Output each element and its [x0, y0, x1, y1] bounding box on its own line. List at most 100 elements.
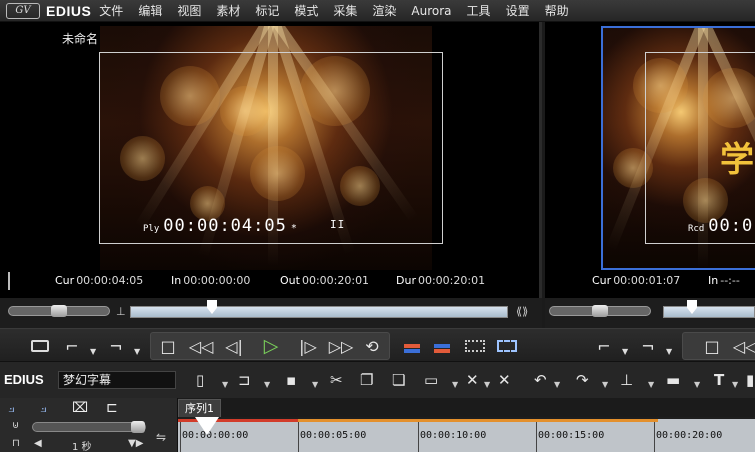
add-marker-button[interactable]: ⊥: [620, 370, 633, 390]
player-shuttle-slider[interactable]: [8, 305, 110, 317]
track-lock-icon[interactable]: ⊍: [12, 420, 19, 431]
ruler-label-10: 00:00:10:00: [420, 430, 487, 441]
recorder-mark-in-button[interactable]: ⌐: [594, 334, 614, 358]
new-sequence-button[interactable]: ▯: [196, 370, 204, 390]
zoom-dropdown-arrow[interactable]: ▼▶: [128, 438, 143, 449]
recorder-cur-label: Cur: [592, 274, 612, 287]
menu-render[interactable]: 渲染: [372, 2, 396, 19]
save-project-button[interactable]: ▪: [286, 370, 296, 390]
sync-clip-button[interactable]: [494, 334, 520, 358]
step-forward-button[interactable]: |▷: [294, 334, 322, 358]
overwrite-to-timeline-button[interactable]: [430, 334, 454, 358]
redo-caret[interactable]: ▼: [602, 380, 608, 389]
menu-aurora[interactable]: Aurora: [411, 4, 451, 18]
player-shuttle-knob[interactable]: [51, 305, 67, 317]
stop-button[interactable]: □: [156, 334, 180, 358]
recorder-monitor[interactable]: 学 Rcd 00:0 Cur 00:00:01:07 In --:--: [545, 22, 755, 298]
title-caret[interactable]: ▼: [732, 380, 738, 389]
fast-forward-button[interactable]: ▷▷: [326, 334, 356, 358]
player-in-label: In: [171, 274, 182, 287]
title-button[interactable]: T: [714, 370, 724, 390]
menu-view[interactable]: 视图: [177, 2, 201, 19]
track-mode-icon-2[interactable]: ⟓: [40, 400, 47, 416]
loop-icon: ⟲: [365, 336, 379, 356]
paste-insert-caret[interactable]: ▼: [452, 380, 458, 389]
project-name-field[interactable]: 梦幻字幕: [58, 371, 176, 389]
transport-toolbar: ⌐ ▼ ¬ ▼ □ ◁◁ ◁| ▷ |▷ ▷▷ ⟲ ⌐ ▼ ¬ ▼ □ ◁◁: [0, 328, 755, 362]
paste-button[interactable]: ❏: [392, 370, 405, 390]
track-mode-icon-1[interactable]: ⟓: [8, 400, 15, 416]
sequence-tab[interactable]: 序列1: [178, 399, 221, 417]
menu-file[interactable]: 文件: [99, 2, 123, 19]
step-back-icon: ◁|: [225, 336, 243, 356]
new-sequence-caret[interactable]: ▼: [222, 380, 228, 389]
delete-button[interactable]: ✕: [466, 370, 479, 390]
menu-capture[interactable]: 采集: [333, 2, 357, 19]
copy-button[interactable]: ❐: [360, 370, 373, 390]
undo-caret[interactable]: ▼: [554, 380, 560, 389]
timeline-track-controls: ⟓ ⟓ ⌧ ⊏ ⊍ ⊓ ◀ 1 秒 ▼▶ ⇋: [0, 398, 178, 452]
player-mark-out-caret[interactable]: ▼: [134, 347, 140, 356]
menu-help[interactable]: 帮助: [545, 2, 569, 19]
player-cur-value: 00:00:04:05: [76, 274, 144, 287]
match-frame-button[interactable]: [28, 334, 52, 358]
recorder-cur-value: 00:00:01:07: [613, 274, 681, 287]
menu-tools[interactable]: 工具: [467, 2, 491, 19]
recorder-rewind-button[interactable]: ◁◁: [730, 334, 755, 358]
track-mode-icon-4[interactable]: ⊏: [106, 400, 118, 416]
replace-clip-button[interactable]: [462, 334, 488, 358]
ripple-delete-button[interactable]: ✕: [498, 370, 511, 390]
transition-button[interactable]: ▬: [666, 370, 680, 390]
play-button[interactable]: ▷: [258, 334, 284, 358]
menu-mode[interactable]: 模式: [294, 2, 318, 19]
step-forward-icon: |▷: [299, 336, 317, 356]
player-dur-value: 00:00:20:01: [417, 274, 486, 287]
add-marker-caret[interactable]: ▼: [648, 380, 654, 389]
paste-insert-button[interactable]: ▭: [424, 370, 438, 390]
recorder-stop-button[interactable]: □: [700, 334, 724, 358]
rewind-icon: ◁◁: [188, 336, 214, 356]
recorder-mark-in-caret[interactable]: ▼: [622, 347, 628, 356]
timeline-zoom-label: 1 秒: [72, 442, 92, 452]
menu-settings[interactable]: 设置: [506, 2, 530, 19]
open-project-caret[interactable]: ▼: [264, 380, 270, 389]
player-position-bar[interactable]: [130, 306, 508, 318]
recorder-position-bar[interactable]: [663, 306, 755, 318]
recorder-shuttle-knob[interactable]: [592, 305, 608, 317]
player-mark-out-button[interactable]: ¬: [106, 334, 126, 358]
loop-play-button[interactable]: ⟲: [360, 334, 384, 358]
menu-edit[interactable]: 编辑: [138, 2, 162, 19]
save-project-caret[interactable]: ▼: [312, 380, 318, 389]
recorder-timecode: Rcd 00:0: [688, 216, 753, 236]
recorder-shuttle-slider[interactable]: [549, 305, 651, 317]
player-mark-in-button[interactable]: ⌐: [62, 334, 82, 358]
mic-button[interactable]: ▮: [746, 370, 754, 390]
audio-meter-icon: [8, 272, 17, 290]
recorder-mark-out-button[interactable]: ¬: [638, 334, 658, 358]
recorder-stop-icon: □: [704, 336, 720, 356]
track-volume-slider[interactable]: [32, 421, 146, 433]
undo-button[interactable]: ↶: [534, 370, 547, 390]
step-back-button[interactable]: ◁|: [220, 334, 248, 358]
redo-button[interactable]: ↷: [576, 370, 589, 390]
menu-clip[interactable]: 素材: [216, 2, 240, 19]
insert-to-timeline-button[interactable]: [400, 334, 424, 358]
delete-caret[interactable]: ▼: [484, 380, 490, 389]
player-monitor[interactable]: 未命名 Ply 00:00:04:05 * II Cur 00:00:04:05 In…: [0, 22, 542, 298]
clip-name: 未命名: [62, 32, 99, 46]
sync-icon: [497, 340, 517, 352]
track-mode-icon-3[interactable]: ⌧: [72, 400, 88, 416]
recorder-scrub-row: [545, 298, 755, 328]
player-mark-in-caret[interactable]: ▼: [90, 347, 96, 356]
cut-button[interactable]: ✂: [330, 370, 343, 390]
recorder-mark-out-caret[interactable]: ▼: [666, 347, 672, 356]
timeline-sync-icon[interactable]: ⇋: [156, 430, 166, 444]
transition-caret[interactable]: ▼: [694, 380, 700, 389]
recorder-overlay-title: 学: [720, 140, 754, 180]
menu-marker[interactable]: 标记: [255, 2, 279, 19]
zoom-decrease-arrow[interactable]: ◀: [34, 438, 42, 449]
time-ruler[interactable]: 00:00:00:00 00:00:05:00 00:00:10:00 00:0…: [178, 419, 755, 452]
track-volume-knob[interactable]: [131, 421, 145, 433]
rewind-button[interactable]: ◁◁: [186, 334, 216, 358]
open-project-button[interactable]: ⊐: [238, 370, 251, 390]
